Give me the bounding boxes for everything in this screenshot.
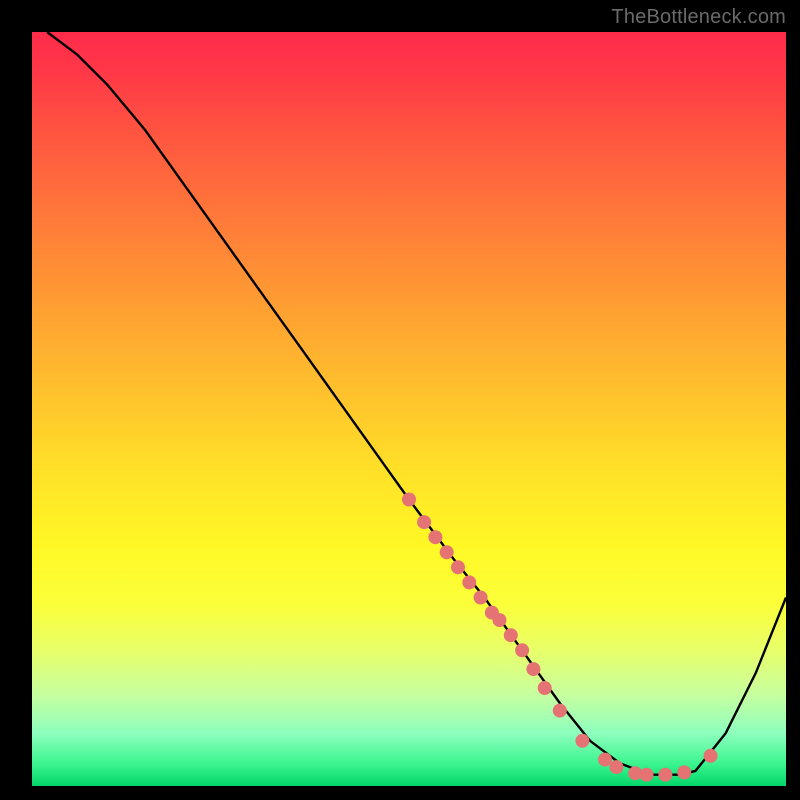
- data-point: [658, 768, 672, 782]
- data-point: [609, 760, 623, 774]
- data-point: [640, 768, 654, 782]
- curve-markers: [402, 493, 718, 782]
- curve-line: [47, 32, 786, 775]
- data-point: [462, 575, 476, 589]
- data-point: [598, 753, 612, 767]
- data-point: [474, 591, 488, 605]
- data-point: [677, 765, 691, 779]
- data-point: [440, 545, 454, 559]
- data-point: [526, 662, 540, 676]
- data-point: [704, 749, 718, 763]
- data-point: [515, 643, 529, 657]
- data-point: [575, 734, 589, 748]
- watermark-text: TheBottleneck.com: [611, 6, 786, 29]
- data-point: [493, 613, 507, 627]
- data-point: [428, 530, 442, 544]
- data-point: [451, 560, 465, 574]
- data-point: [402, 493, 416, 507]
- data-point: [538, 681, 552, 695]
- chart-svg: [32, 32, 786, 786]
- data-point: [553, 704, 567, 718]
- data-point: [417, 515, 431, 529]
- data-point: [504, 628, 518, 642]
- chart-plot-area: [32, 32, 786, 786]
